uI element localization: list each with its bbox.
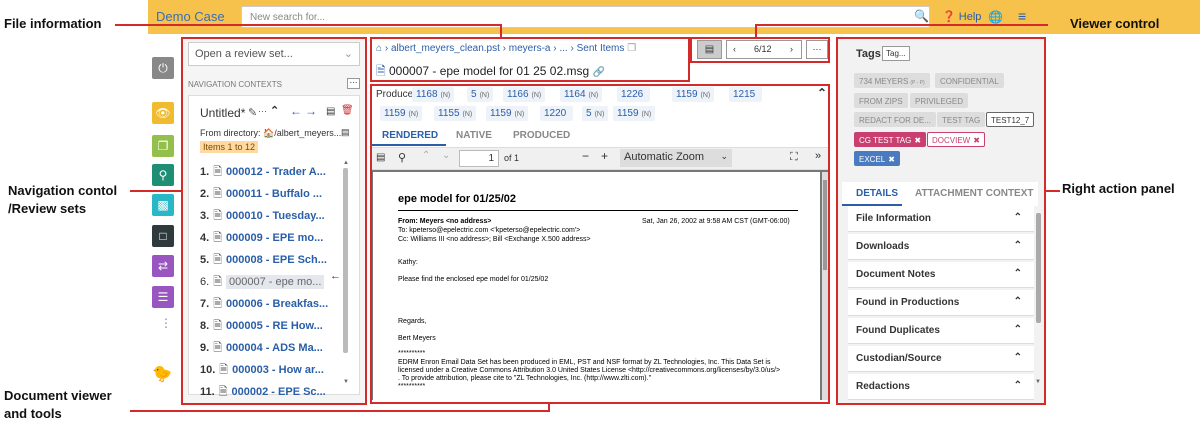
more-icon[interactable]: ⋮	[160, 316, 172, 330]
copy-icon[interactable]: ❐	[152, 135, 174, 157]
connector-document-viewer-up	[548, 403, 550, 412]
annotation-box-navigation	[181, 37, 367, 405]
globe-icon[interactable]: 🌐	[988, 10, 1003, 24]
search-icon[interactable]: 🔍	[914, 9, 929, 23]
help-label: Help	[958, 11, 982, 23]
connector-viewer-control	[755, 24, 1048, 26]
menu-icon[interactable]: ≡	[1018, 8, 1026, 24]
annotation-box-document-viewer	[370, 84, 830, 404]
connector-document-viewer	[130, 410, 550, 412]
connector-viewer-control-down	[755, 24, 757, 38]
annotation-right-panel: Right action panel	[1062, 181, 1175, 196]
annotation-navigation-2: /Review sets	[8, 201, 87, 216]
connector-right-panel	[1046, 190, 1060, 192]
annotation-viewer-control: Viewer control	[1070, 16, 1160, 31]
annotation-box-right-panel	[836, 37, 1046, 405]
search-rail-icon[interactable]: ⚲	[152, 164, 174, 186]
list-icon[interactable]: ☰	[152, 286, 174, 308]
bookmark-icon[interactable]: □	[152, 225, 174, 247]
power-icon[interactable]: ⏻	[152, 57, 174, 79]
connector-file-info-down	[500, 24, 502, 38]
annotation-navigation-1: Navigation contol	[8, 183, 118, 198]
help-link[interactable]: ❓ Help	[942, 10, 981, 23]
help-icon: ❓	[942, 11, 956, 23]
app-brand[interactable]: Demo Case	[156, 9, 225, 24]
puzzle-icon[interactable]: ▩	[152, 194, 174, 216]
annotation-document-viewer-1: Document viewer	[4, 388, 112, 403]
annotation-file-info: File information	[4, 16, 102, 31]
bird-logo-icon: 🐤	[152, 366, 172, 383]
annotation-box-viewer-control	[690, 37, 830, 63]
connector-file-info	[115, 24, 502, 26]
connector-navigation	[130, 190, 182, 192]
eye-icon[interactable]: 👁	[152, 102, 174, 124]
annotation-document-viewer-2: and tools	[4, 406, 62, 421]
swap-icon[interactable]: ⇄	[152, 255, 174, 277]
annotation-box-file-info	[370, 37, 690, 82]
